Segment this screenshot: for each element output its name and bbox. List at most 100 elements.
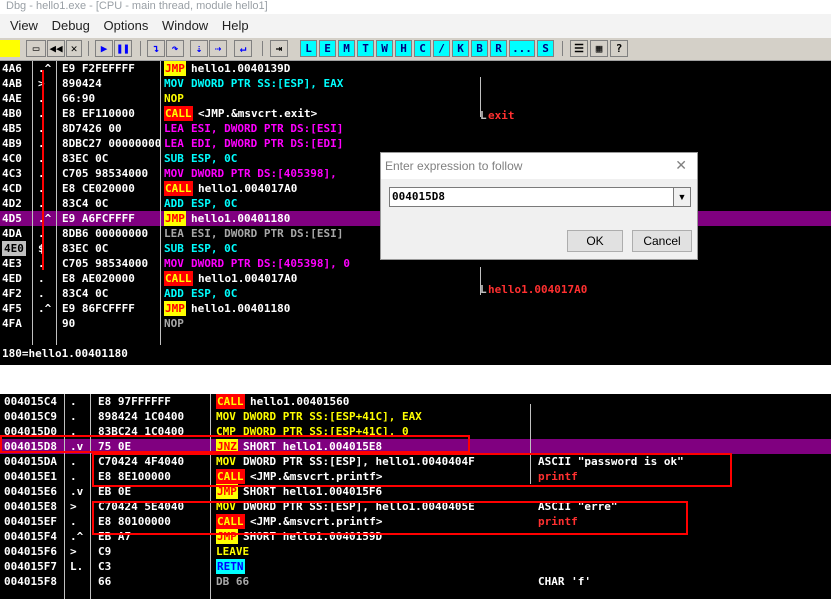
disasm-row[interactable]: 4F2. 83C4 0C ADD ESP, 0C <box>0 286 831 301</box>
mnemonic: MOV <box>216 410 236 423</box>
open-folder-icon[interactable]: ▭ <box>26 40 46 57</box>
toolbar-L[interactable]: L <box>300 40 317 57</box>
hex-bytes: E8 CE020000 <box>62 182 135 195</box>
column-divider <box>32 61 33 345</box>
close-icon[interactable]: ✕ <box>675 157 687 174</box>
row-marker: . <box>70 470 77 483</box>
step-into-icon[interactable]: ↴ <box>147 40 165 57</box>
toolbar-H[interactable]: H <box>395 40 412 57</box>
address: 4AE <box>2 92 22 105</box>
hex-bytes: C705 98534000 <box>62 167 149 180</box>
comment: CHAR 'f' <box>538 575 591 588</box>
disasm-row[interactable]: 4B5.8D7426 00LEAESI, DWORD PTR DS:[ESI] <box>0 121 831 136</box>
disasm-row[interactable]: 004015F7 L. C3 RETN <box>0 559 831 574</box>
mnemonic: NOP <box>164 317 184 330</box>
row-marker: .^ <box>38 302 52 315</box>
go-to-icon[interactable]: ⇥ <box>270 40 288 57</box>
trace-into-icon[interactable]: ⇣ <box>190 40 208 57</box>
pause-icon[interactable]: ❚❚ <box>114 40 132 57</box>
toolbar-W[interactable]: W <box>376 40 393 57</box>
rewind-icon[interactable]: ◀◀ <box>47 40 65 57</box>
mnemonic: MOV <box>164 257 184 270</box>
mnemonic: JMP <box>164 61 186 76</box>
execute-till-return-icon[interactable]: ↵ <box>234 40 252 57</box>
address: 004015E8 <box>4 500 57 513</box>
trace-over-icon[interactable]: ⇢ <box>209 40 227 57</box>
operands: ESP, 0C <box>191 287 238 300</box>
toolbar-S[interactable]: S <box>537 40 554 57</box>
hex-bytes: 8DBC27 00000000 <box>62 137 162 150</box>
disasm-row[interactable]: 004015C4. E8 97FFFFFF CALL hello1.00401560 <box>0 394 831 409</box>
mnemonic: CALL <box>216 394 245 409</box>
toolbar-T[interactable]: T <box>357 40 374 57</box>
menu-view[interactable]: View <box>10 18 38 33</box>
disasm-row[interactable]: 4B0.E8 EF110000CALL<JMP.&msvcrt.exit> <box>0 106 831 121</box>
row-marker: . <box>70 395 77 408</box>
row-marker: L. <box>70 560 84 573</box>
close-icon[interactable]: ✕ <box>66 40 82 57</box>
disasm-row[interactable]: 004015F6 > C9 LEAVE <box>0 544 831 559</box>
mnemonic: SUB <box>164 152 184 165</box>
disasm-row[interactable]: 4B9.8DBC27 00000000LEAEDI, DWORD PTR DS:… <box>0 136 831 151</box>
disasm-row[interactable]: 4AB>890424MOVDWORD PTR SS:[ESP], EAX <box>0 76 831 91</box>
address: 4A6 <box>2 62 22 75</box>
toolbar-E[interactable]: E <box>319 40 336 57</box>
menu-options[interactable]: Options <box>104 18 149 33</box>
chevron-down-icon[interactable]: ▼ <box>673 188 690 206</box>
disasm-row[interactable]: 4A6 .^ E9 F2FEFFFF JMP hello1.0040139D <box>0 61 831 76</box>
expression-input[interactable]: 004015D8 <box>392 188 445 206</box>
row-marker: . <box>38 287 45 300</box>
menu-window[interactable]: Window <box>162 18 208 33</box>
menu-bar: View Debug Options Window Help <box>0 14 831 38</box>
expression-combobox[interactable]: 004015D8 ▼ <box>389 187 691 207</box>
disasm-row[interactable]: 4FA 90 NOP <box>0 316 831 331</box>
address: 004015F6 <box>4 545 57 558</box>
help-icon[interactable]: ? <box>610 40 628 57</box>
run-icon[interactable]: ▶ <box>95 40 113 57</box>
toolbar-dots[interactable]: ... <box>509 40 535 57</box>
hex-bytes: E8 97FFFFFF <box>98 395 171 408</box>
step-over-icon[interactable]: ↷ <box>166 40 184 57</box>
address: 004015E6 <box>4 485 57 498</box>
toolbar-slash[interactable]: / <box>433 40 450 57</box>
disasm-row[interactable]: 4ED. E8 AE020000 CALL hello1.004017A0 <box>0 271 831 286</box>
row-marker: .^ <box>38 212 52 225</box>
grid-icon[interactable]: ▦ <box>590 40 608 57</box>
row-marker: . <box>70 455 77 468</box>
column-divider <box>64 394 65 599</box>
hex-bytes: C705 98534000 <box>62 257 149 270</box>
hex-bytes: 90 <box>62 317 76 330</box>
menu-debug[interactable]: Debug <box>52 18 90 33</box>
mnemonic: RETN <box>216 559 245 574</box>
toolbar-R[interactable]: R <box>490 40 507 57</box>
list-icon[interactable]: ☰ <box>570 40 588 57</box>
operands: ESP, 0C <box>191 242 238 255</box>
cancel-button[interactable]: Cancel <box>632 230 692 252</box>
highlight-box-erre <box>92 501 688 535</box>
ok-button[interactable]: OK <box>567 230 623 252</box>
toolbar-M[interactable]: M <box>338 40 355 57</box>
disasm-row[interactable]: 004015F8 66 DB 66 CHAR 'f' <box>0 574 831 589</box>
mnemonic: LEAVE <box>216 545 250 558</box>
mnemonic: MOV <box>164 167 184 180</box>
hex-bytes: E8 AE020000 <box>62 272 135 285</box>
mnemonic: CALL <box>164 271 193 286</box>
disasm-row[interactable]: 004015C9. 898424 1C0400 MOV DWORD PTR SS:[E… <box>0 409 831 424</box>
disasm-row[interactable]: 4AE.66:90NOP <box>0 91 831 106</box>
toolbar-C[interactable]: C <box>414 40 431 57</box>
address: 4F5 <box>2 302 22 315</box>
disassembly-pane-bottom[interactable]: 004015C4. E8 97FFFFFF CALL hello1.00401560 0… <box>0 394 831 599</box>
menu-help[interactable]: Help <box>222 18 249 33</box>
toolbar-B[interactable]: B <box>471 40 488 57</box>
disasm-row[interactable]: 4F5 .^ E9 86FCFFFF JMP hello1.00401180 <box>0 301 831 316</box>
operands: ESI, DWORD PTR DS:[ESI] <box>191 122 344 135</box>
row-marker: . <box>70 515 77 528</box>
mnemonic: NOP <box>164 92 184 105</box>
mnemonic: LEA <box>164 137 184 150</box>
toolbar-K[interactable]: K <box>452 40 469 57</box>
mnemonic: DB 66 <box>216 575 250 588</box>
operands: hello1.00401180 <box>191 302 291 315</box>
row-marker: .^ <box>70 530 84 543</box>
toolbar: ▭ ◀◀ ✕ ▶ ❚❚ ↴ ↷ ⇣ ⇢ ↵ ⇥ L E M T W H C / … <box>0 38 831 61</box>
follow-expression-dialog: Enter expression to follow ✕ 004015D8 ▼ … <box>380 152 698 260</box>
